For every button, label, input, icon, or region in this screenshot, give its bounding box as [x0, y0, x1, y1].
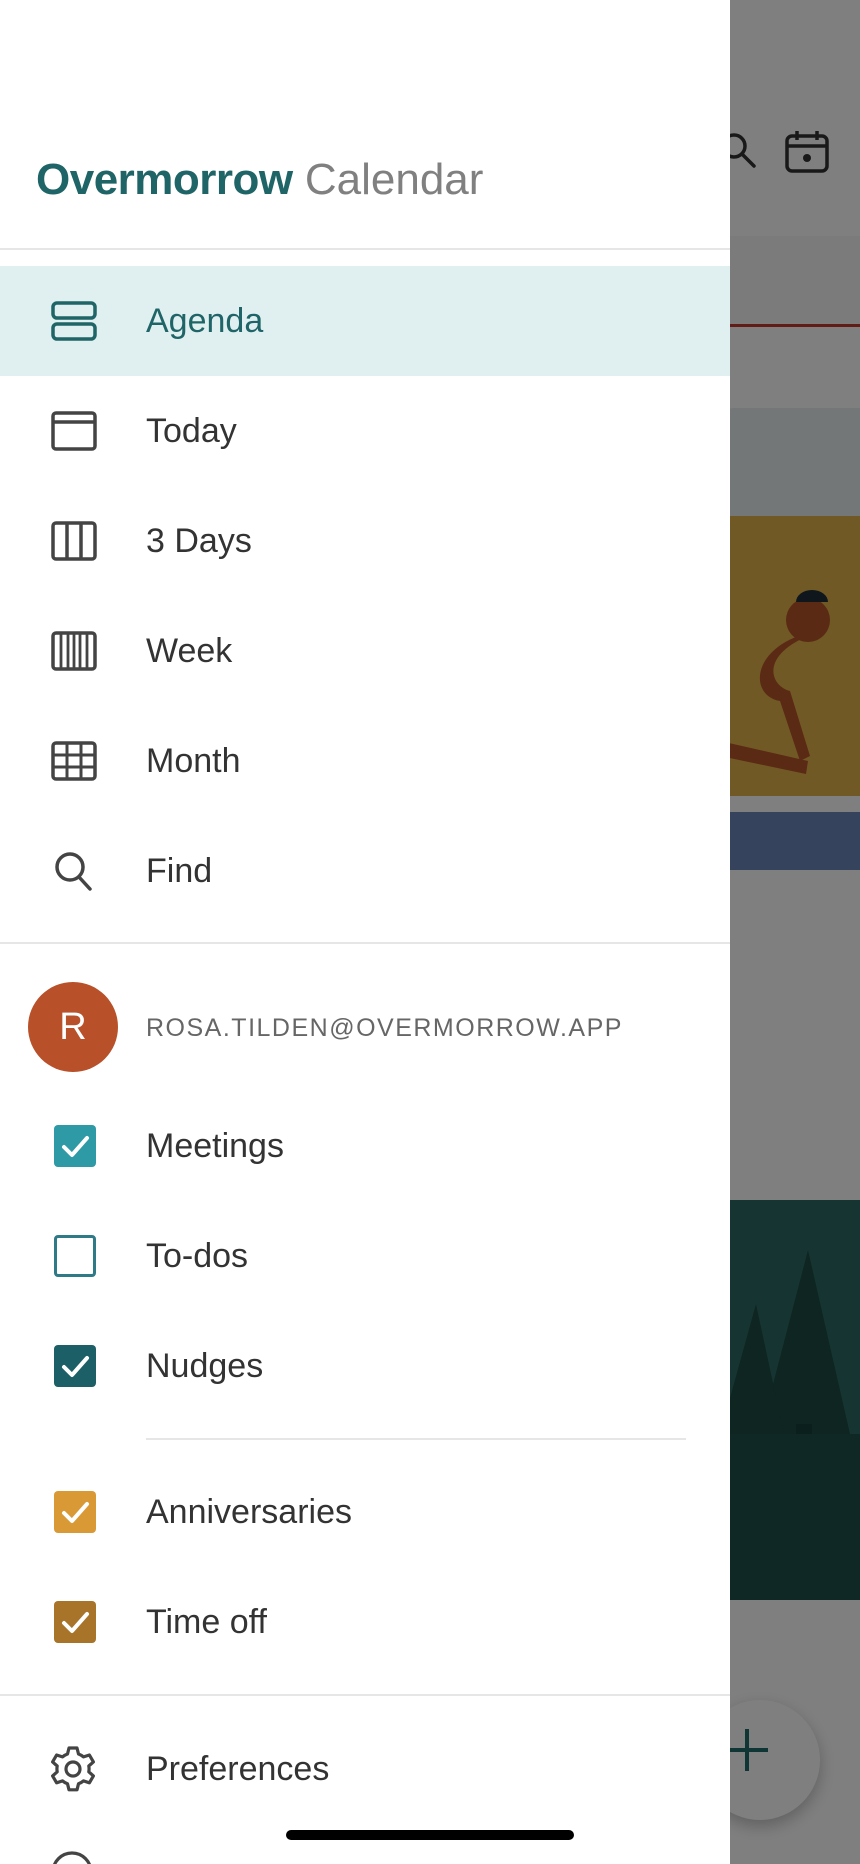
- agenda-icon: [48, 299, 100, 343]
- calendar-item-nudges[interactable]: Nudges: [0, 1311, 730, 1421]
- three-day-view-icon: [48, 519, 100, 563]
- navigation-drawer: Overmorrow Calendar Agenda Today 3 Days …: [0, 0, 730, 1864]
- month-grid-icon: [48, 739, 100, 783]
- week-view-icon: [48, 629, 100, 673]
- calendar-label: Time off: [146, 1603, 267, 1641]
- calendar-label: Meetings: [146, 1127, 284, 1165]
- footer-divider: [0, 1694, 730, 1696]
- nav-item-label: Today: [146, 412, 237, 450]
- app-title: Overmorrow Calendar: [36, 150, 483, 210]
- account-email: ROSA.TILDEN@OVERMORROW.APP: [146, 1014, 623, 1042]
- nav-item-agenda[interactable]: Agenda: [0, 266, 730, 376]
- nav-item-today[interactable]: Today: [0, 376, 730, 486]
- nav-item-3-days[interactable]: 3 Days: [0, 486, 730, 596]
- nav-item-label: 3 Days: [146, 522, 252, 560]
- nav-item-find[interactable]: Find: [0, 816, 730, 926]
- checkbox-checked[interactable]: [54, 1491, 96, 1533]
- calendar-item-to-dos[interactable]: To-dos: [0, 1201, 730, 1311]
- day-view-icon: [48, 409, 100, 453]
- home-indicator[interactable]: [286, 1830, 574, 1840]
- nav-item-label: Agenda: [146, 302, 264, 340]
- gear-icon: [48, 1744, 98, 1794]
- checkbox-unchecked[interactable]: [54, 1235, 96, 1277]
- checkbox-checked[interactable]: [54, 1601, 96, 1643]
- help-icon[interactable]: [50, 1850, 94, 1864]
- checkbox-checked[interactable]: [54, 1125, 96, 1167]
- calendar-label: Nudges: [146, 1347, 264, 1385]
- nav-item-label: Find: [146, 852, 213, 890]
- nav-item-month[interactable]: Month: [0, 706, 730, 816]
- app-brand: Overmorrow: [36, 155, 293, 204]
- preferences-label: Preferences: [146, 1750, 330, 1788]
- nav-item-week[interactable]: Week: [0, 596, 730, 706]
- nav-item-label: Month: [146, 742, 241, 780]
- calendar-item-meetings[interactable]: Meetings: [0, 1091, 730, 1201]
- nav-divider: [0, 942, 730, 944]
- calendar-group-divider: [146, 1438, 686, 1440]
- calendar-item-time-off[interactable]: Time off: [0, 1567, 730, 1677]
- nav-item-label: Week: [146, 632, 233, 670]
- calendar-label: Anniversaries: [146, 1493, 352, 1531]
- search-icon: [48, 849, 100, 893]
- calendar-item-anniversaries[interactable]: Anniversaries: [0, 1457, 730, 1567]
- avatar: R: [28, 982, 118, 1072]
- account-row[interactable]: R ROSA.TILDEN@OVERMORROW.APP: [0, 974, 730, 1082]
- app-product-name: Calendar: [304, 155, 484, 204]
- checkbox-checked[interactable]: [54, 1345, 96, 1387]
- header-divider: [0, 248, 730, 250]
- preferences-button[interactable]: Preferences: [0, 1714, 730, 1824]
- calendar-label: To-dos: [146, 1237, 249, 1275]
